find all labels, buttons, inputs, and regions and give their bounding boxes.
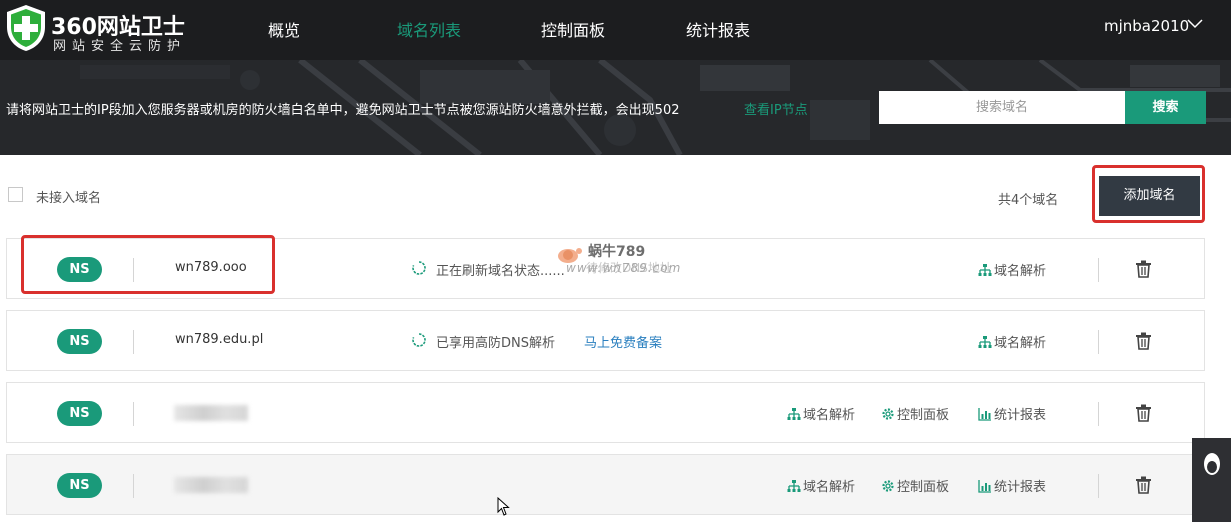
divider — [1098, 258, 1099, 282]
statistics-action[interactable]: 统计报表 — [978, 404, 1046, 423]
divider — [133, 330, 134, 354]
control-panel-label: 控制面板 — [897, 408, 950, 423]
control-panel-action[interactable]: 控制面板 — [881, 476, 949, 495]
sitemap-icon — [787, 408, 801, 420]
divider — [1098, 474, 1099, 498]
trash-icon[interactable] — [1135, 260, 1152, 278]
domain-count: 共4个域名 — [998, 193, 1059, 208]
domain-status: 正在刷新域名状态...... — [436, 264, 565, 279]
logo-subtitle: 网站安全云防护 — [53, 39, 187, 54]
nav-control-panel[interactable]: 控制面板 — [541, 17, 605, 41]
divider — [133, 402, 134, 426]
gear-icon — [882, 480, 894, 492]
unconnected-domains-checkbox[interactable] — [8, 187, 23, 202]
domain-status: 已享用高防DNS解析 — [436, 336, 555, 351]
bar-chart-icon — [978, 480, 991, 493]
qq-penguin-icon — [1204, 453, 1220, 475]
refresh-icon — [412, 261, 426, 275]
statistics-action[interactable]: 统计报表 — [978, 476, 1046, 495]
dns-resolve-label: 域名解析 — [803, 480, 856, 495]
watermark-url: www.wn789.com — [566, 261, 682, 275]
top-navigation-bar: 360网站卫士 网站安全云防护 概览 域名列表 控制面板 统计报表 mjnba2… — [0, 0, 1231, 60]
mouse-cursor-icon — [497, 497, 510, 516]
nav-overview[interactable]: 概览 — [268, 17, 300, 41]
statistics-label: 统计报表 — [994, 408, 1047, 423]
domain-highlight-box — [21, 235, 275, 294]
dns-resolve-label: 域名解析 — [803, 408, 856, 423]
dns-resolve-label: 域名解析 — [994, 336, 1047, 351]
search-button[interactable]: 搜索 — [1125, 91, 1206, 124]
table-row: NS 域名解析 控制面板 统计报表 — [6, 382, 1205, 443]
sitemap-icon — [978, 264, 992, 276]
dns-resolve-label: 域名解析 — [994, 264, 1047, 279]
domain-name[interactable]: wn789.edu.pl — [175, 332, 263, 347]
nav-statistics[interactable]: 统计报表 — [686, 17, 750, 41]
logo[interactable]: 360网站卫士 网站安全云防护 — [4, 3, 214, 55]
domain-search-input[interactable] — [879, 91, 1125, 124]
watermark: 蜗牛789 待修改DNS地址 www.wn789.com — [556, 239, 686, 279]
blurred-domain-name[interactable] — [174, 477, 248, 493]
notice-banner: 请将网站卫士的IP段加入您服务器或机房的防火墙白名单中，避免网站卫士节点被您源站… — [0, 60, 1231, 155]
control-panel-action[interactable]: 控制面板 — [881, 404, 949, 423]
divider — [1098, 330, 1099, 354]
trash-icon[interactable] — [1135, 404, 1152, 422]
user-menu[interactable]: mjnba2010 — [1104, 17, 1189, 35]
dns-resolve-action[interactable]: 域名解析 — [787, 404, 855, 423]
divider — [133, 474, 134, 498]
bar-chart-icon — [978, 408, 991, 421]
table-row: NS wn789.edu.pl 已享用高防DNS解析 马上免费备案 域名解析 — [6, 310, 1205, 371]
table-row: NS 域名解析 控制面板 统计报表 — [6, 454, 1205, 515]
dns-resolve-action[interactable]: 域名解析 — [978, 332, 1046, 351]
sitemap-icon — [787, 480, 801, 492]
control-panel-label: 控制面板 — [897, 480, 950, 495]
trash-icon[interactable] — [1135, 332, 1152, 350]
view-ip-nodes-link[interactable]: 查看IP节点 — [744, 99, 808, 118]
dns-resolve-action[interactable]: 域名解析 — [978, 260, 1046, 279]
nav-domain-list[interactable]: 域名列表 — [397, 17, 461, 41]
add-button-highlight-box — [1092, 165, 1205, 223]
refresh-icon — [412, 333, 426, 347]
chevron-down-icon[interactable] — [1187, 18, 1203, 30]
watermark-title: 蜗牛789 — [588, 244, 646, 260]
trash-icon[interactable] — [1135, 476, 1152, 494]
unconnected-domains-label: 未接入域名 — [36, 191, 102, 206]
blurred-domain-name[interactable] — [174, 405, 248, 421]
shield-logo-icon — [7, 5, 45, 51]
dns-resolve-action[interactable]: 域名解析 — [787, 476, 855, 495]
ns-badge: NS — [57, 401, 102, 426]
divider — [1098, 402, 1099, 426]
ns-badge: NS — [57, 329, 102, 354]
free-filing-link[interactable]: 马上免费备案 — [584, 332, 662, 351]
floating-support-widget[interactable] — [1192, 438, 1231, 522]
firewall-whitelist-notice: 请将网站卫士的IP段加入您服务器或机房的防火墙白名单中，避免网站卫士节点被您源站… — [6, 103, 680, 118]
ns-badge: NS — [57, 473, 102, 498]
gear-icon — [882, 408, 894, 420]
statistics-label: 统计报表 — [994, 480, 1047, 495]
sitemap-icon — [978, 336, 992, 348]
